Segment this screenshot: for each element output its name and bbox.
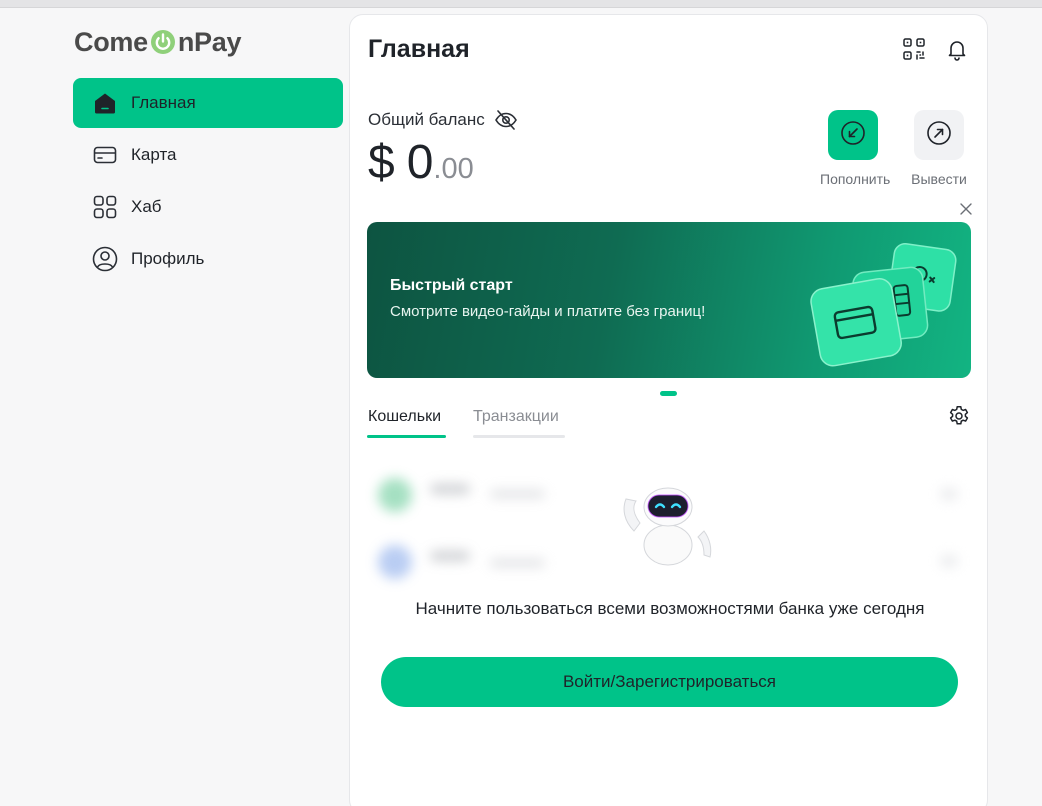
brand-name-left: Come [74, 26, 148, 57]
eye-off-icon[interactable] [494, 109, 518, 131]
balance-amount: $ 0 .00 [368, 135, 474, 190]
main-panel: Главная Общий баланс $ 0 .00 Пополнить В… [349, 14, 988, 806]
sidebar-nav: Главная Карта Хаб Профиль [73, 78, 343, 286]
gear-icon[interactable] [947, 404, 971, 428]
balance-label-text: Общий баланс [368, 110, 485, 129]
deposit-label: Пополнить [820, 171, 891, 187]
arrow-up-right-icon [926, 120, 952, 151]
quick-start-banner[interactable]: Быстрый старт Смотрите видео-гайды и пла… [367, 222, 971, 378]
deposit-button[interactable]: Пополнить [820, 110, 891, 187]
robot-mascot-icon [623, 487, 712, 566]
balance-currency: $ [368, 136, 395, 189]
balance-decimals: .00 [433, 153, 474, 185]
tab-wallets[interactable]: Кошельки [368, 408, 441, 426]
card-icon [91, 141, 119, 169]
sidebar-item-card[interactable]: Карта [73, 130, 343, 180]
balance-label: Общий баланс [368, 109, 518, 131]
empty-state-text: Начните пользоваться всеми возможностями… [415, 599, 925, 618]
sidebar-item-label: Карта [131, 145, 177, 164]
user-icon [91, 245, 119, 273]
cards-illustration-icon [810, 243, 957, 367]
login-register-button[interactable]: Войти/Зарегистрироваться [381, 657, 958, 707]
qr-code-icon[interactable] [900, 35, 928, 63]
arrow-down-left-icon [840, 120, 866, 151]
bell-icon[interactable] [943, 35, 971, 63]
tab-transactions[interactable]: Транзакции [473, 408, 559, 426]
withdraw-label: Вывести [911, 171, 967, 187]
power-icon [150, 29, 176, 55]
deposit-button-bg [828, 110, 878, 160]
brand-logo[interactable]: Come nPay [74, 26, 241, 58]
grid-icon [91, 193, 119, 221]
page-title: Главная [368, 35, 470, 63]
close-icon[interactable] [958, 201, 974, 217]
withdraw-button-bg [914, 110, 964, 160]
sidebar-item-label: Профиль [131, 249, 205, 268]
withdraw-button[interactable]: Вывести [906, 110, 972, 187]
home-icon [91, 89, 119, 117]
carousel-indicator[interactable] [660, 391, 677, 396]
tab-transactions-underline [473, 435, 565, 438]
banner-title: Быстрый старт [390, 277, 513, 294]
tab-wallets-underline [367, 435, 446, 438]
balance-integer: 0 [406, 136, 434, 189]
sidebar-item-profile[interactable]: Профиль [73, 234, 343, 284]
sidebar-item-home[interactable]: Главная [73, 78, 343, 128]
browser-top-edge [0, 0, 1042, 8]
banner-subtitle: Смотрите видео-гайды и платите без грани… [390, 303, 706, 320]
sidebar-item-label: Главная [131, 93, 196, 112]
sidebar-item-label: Хаб [131, 197, 162, 216]
sidebar-item-hub[interactable]: Хаб [73, 182, 343, 232]
brand-name-right: nPay [177, 26, 242, 57]
